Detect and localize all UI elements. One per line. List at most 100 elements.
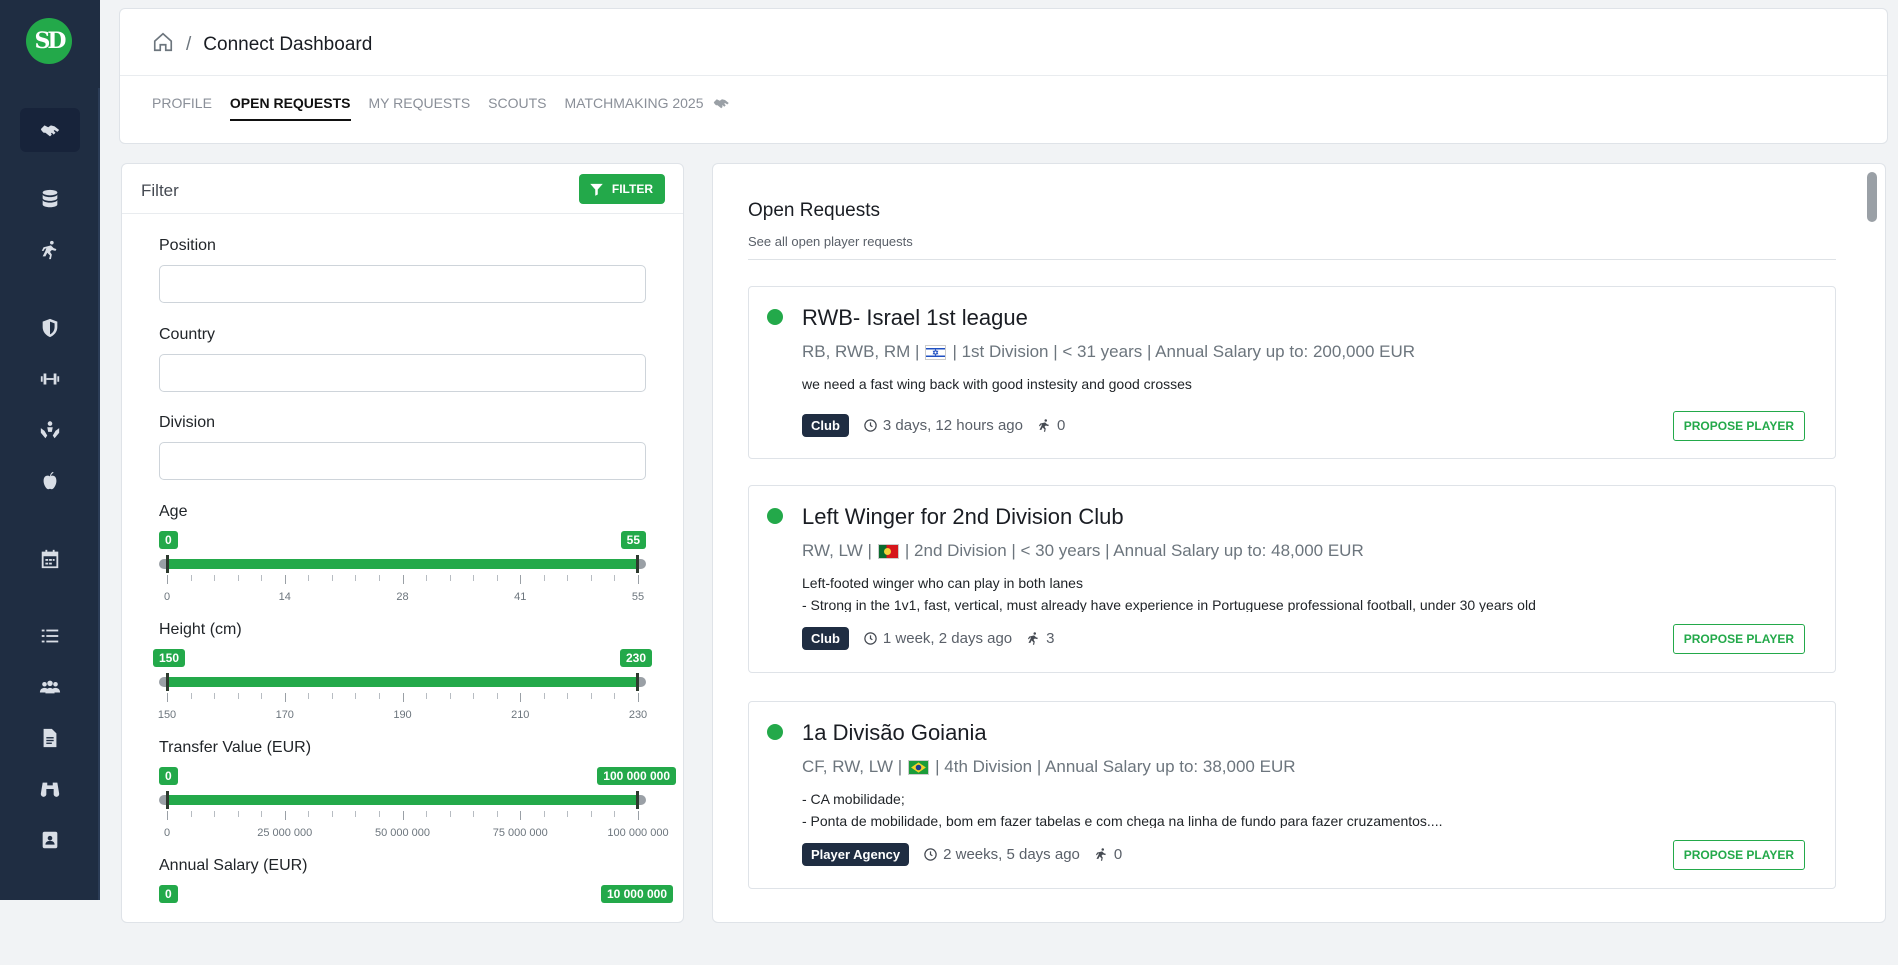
tab-profile[interactable]: PROFILE	[152, 95, 212, 121]
slider-tick	[237, 811, 239, 817]
home-icon[interactable]	[152, 31, 174, 59]
slider-tick	[355, 693, 357, 699]
slider-tick	[261, 811, 263, 817]
country-input[interactable]	[159, 354, 646, 392]
height-min-handle[interactable]	[166, 673, 169, 691]
slider-tick	[638, 575, 639, 584]
page-title: Connect Dashboard	[203, 34, 373, 55]
tab-scouts[interactable]: SCOUTS	[488, 95, 546, 121]
proposals-count: 0	[1037, 417, 1065, 434]
height-min-badge: 150	[153, 649, 186, 667]
age-max-handle[interactable]	[636, 555, 639, 573]
division-input[interactable]	[159, 442, 646, 480]
slider-tick-labels: 150 170 190 210 230	[158, 709, 647, 721]
age-slider[interactable]: 0 55 0 14 28 41 55	[159, 531, 646, 611]
filter-header: Filter FILTER	[122, 164, 683, 214]
transfer-max-handle[interactable]	[636, 791, 639, 809]
slider-tick	[355, 575, 357, 581]
request-meta: RB, RWB, RM | | 1st Division | < 31 year…	[802, 342, 1415, 362]
tick-label: 50 000 000	[374, 827, 431, 839]
open-requests-panel: Open Requests See all open player reques…	[712, 163, 1886, 923]
slider-tick	[378, 811, 380, 817]
description-line: we need a fast wing back with good inste…	[802, 376, 1192, 392]
breadcrumb: / Connect Dashboard	[152, 31, 372, 59]
description-line: Left-footed winger who can play in both …	[802, 575, 1083, 591]
calendar-icon[interactable]	[20, 537, 80, 581]
posted-time-text: 3 days, 12 hours ago	[882, 417, 1023, 434]
tab-open-requests[interactable]: OPEN REQUESTS	[229, 95, 351, 121]
request-card[interactable]: Left Winger for 2nd Division Club RW, LW…	[748, 485, 1836, 673]
request-card[interactable]: RWB- Israel 1st league RB, RWB, RM | | 1…	[748, 286, 1836, 459]
slider-tick	[402, 693, 404, 702]
shield-icon[interactable]	[20, 306, 80, 350]
tick-label: 75 000 000	[492, 827, 548, 839]
propose-player-button[interactable]: PROPOSE PLAYER	[1672, 840, 1805, 870]
israel-flag-icon	[925, 344, 947, 360]
proposals-count-text: 0	[1113, 846, 1123, 863]
scrollbar[interactable]	[1867, 172, 1877, 222]
tick-label: 0	[163, 591, 171, 603]
slider-tick	[214, 811, 216, 817]
age-min-handle[interactable]	[166, 555, 169, 573]
request-card[interactable]: 1a Divisão Goiania CF, RW, LW | | 4th Di…	[748, 701, 1836, 889]
runner-icon	[1028, 632, 1039, 645]
height-slider[interactable]: 150 230 150 170 190 210 230	[153, 649, 652, 729]
tab-matchmaking[interactable]: MATCHMAKING 2025	[565, 95, 732, 121]
tick-label: 14	[278, 591, 291, 603]
section-divider	[748, 259, 1836, 260]
slider-tick	[449, 693, 451, 699]
slider-tick	[520, 575, 522, 584]
contact-card-icon[interactable]	[20, 818, 80, 862]
slider-range-fill	[167, 677, 638, 687]
slider-tick	[308, 575, 310, 581]
propose-player-button[interactable]: PROPOSE PLAYER	[1672, 411, 1805, 441]
apple-icon[interactable]	[20, 459, 80, 503]
handshake-icon[interactable]	[20, 108, 80, 152]
requester-type-badge: Club	[802, 627, 849, 650]
tick-label: 55	[631, 591, 645, 603]
tab-my-requests[interactable]: MY REQUESTS	[369, 95, 471, 121]
document-icon[interactable]	[20, 716, 80, 760]
users-icon[interactable]	[20, 665, 80, 709]
request-title: RWB- Israel 1st league	[802, 305, 1028, 330]
slider-tick	[214, 693, 216, 699]
slider-tick	[426, 693, 428, 699]
slider-ticks	[167, 575, 639, 585]
propose-player-button[interactable]: PROPOSE PLAYER	[1672, 624, 1805, 654]
request-description: - CA mobilidade; - Ponta de mobilidade, …	[802, 788, 1802, 828]
slider-tick	[543, 575, 545, 581]
hands-people-icon[interactable]	[20, 408, 80, 452]
age-label: Age	[159, 503, 188, 520]
tab-bar: PROFILE OPEN REQUESTS MY REQUESTS SCOUTS…	[152, 95, 731, 121]
header-divider	[120, 75, 1887, 76]
proposals-count-text: 0	[1057, 417, 1066, 434]
binoculars-icon[interactable]	[20, 767, 80, 811]
slider-tick-labels: 0 25 000 000 50 000 000 75 000 000 100 0…	[164, 827, 669, 839]
transfer-value-slider[interactable]: 0 100 000 000 0 25 000 000 50 000 000 75…	[159, 767, 676, 847]
annual-salary-slider[interactable]: 0 10 000 000	[159, 885, 673, 965]
request-meta: CF, RW, LW | | 4th Division | Annual Sal…	[802, 757, 1296, 777]
app-logo[interactable]: SD	[26, 18, 72, 64]
salary-max-badge: 10 000 000	[600, 885, 673, 903]
slider-tick	[167, 693, 168, 702]
height-max-handle[interactable]	[636, 673, 639, 691]
slider-tick	[190, 811, 192, 817]
database-icon[interactable]	[20, 177, 80, 221]
sidebar: SD	[0, 0, 100, 900]
slider-tick	[308, 811, 310, 817]
slider-tick	[520, 693, 522, 702]
country-label: Country	[159, 326, 216, 343]
slider-tick	[190, 693, 192, 699]
position-input[interactable]	[159, 265, 646, 303]
section-title: Open Requests	[748, 200, 881, 221]
filter-button[interactable]: FILTER	[578, 174, 665, 204]
runner-icon[interactable]	[20, 228, 80, 272]
slider-tick	[496, 693, 498, 699]
slider-tick	[520, 811, 522, 820]
slider-tick	[378, 575, 380, 581]
slider-tick-labels: 0 14 28 41 55	[163, 591, 644, 603]
posted-time: 3 days, 12 hours ago	[863, 417, 1023, 434]
transfer-min-handle[interactable]	[166, 791, 169, 809]
list-icon[interactable]	[20, 614, 80, 658]
dumbbell-icon[interactable]	[20, 357, 80, 401]
